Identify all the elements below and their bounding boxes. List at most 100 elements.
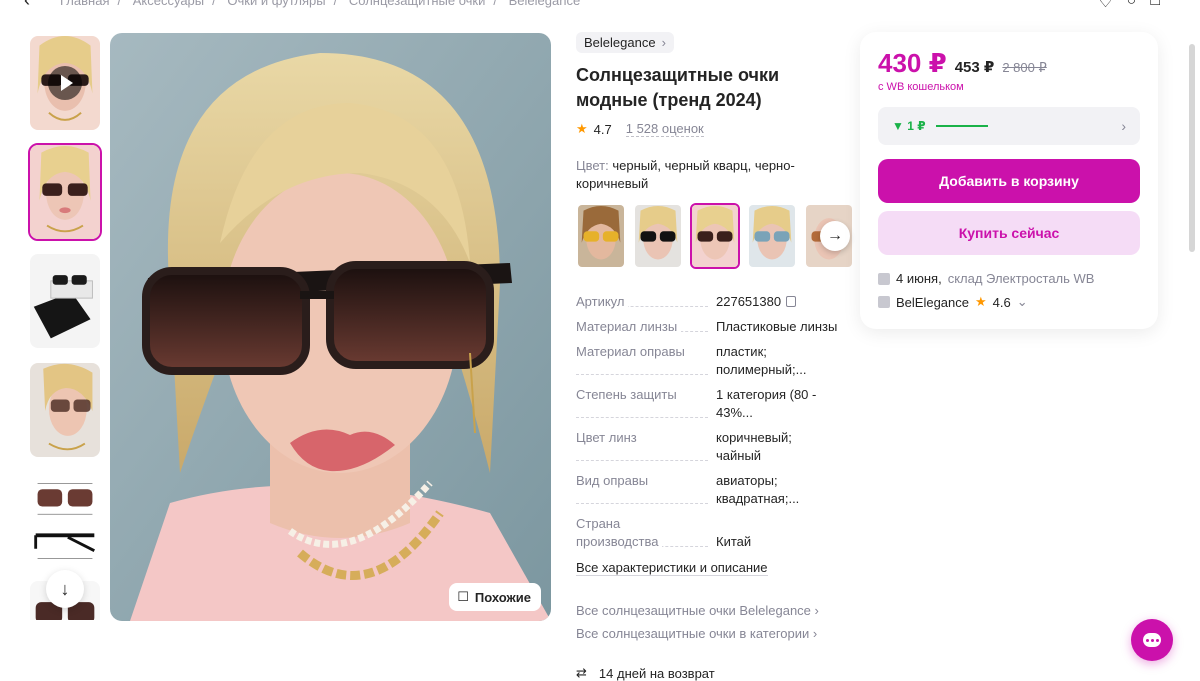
return-arrows-icon: ⇄: [576, 665, 587, 680]
price-current: 430 ₽: [878, 48, 947, 78]
share-icon[interactable]: □: [1150, 0, 1160, 12]
seller-rating: 4.6: [992, 294, 1011, 310]
spec-value: Китай: [716, 534, 752, 549]
spec-key: Степень защиты: [576, 387, 681, 402]
thumbnail-photo[interactable]: [28, 143, 102, 241]
color-swatch[interactable]: [576, 203, 626, 269]
back-arrow-icon[interactable]: ‹: [24, 0, 30, 11]
arrow-down-icon: ↓: [60, 578, 70, 599]
rating-value: 4.7: [593, 121, 612, 137]
spec-row: Материал оправы пластик; полимерный;...: [576, 343, 838, 379]
spec-value: авиаторы; квадратная;...: [716, 473, 800, 506]
chevron-right-icon: ›: [814, 603, 819, 618]
copy-icon[interactable]: [786, 296, 797, 307]
wallet-note[interactable]: с WB кошельком: [878, 81, 1140, 93]
breadcrumb: Главная / Аксессуары / Очки и футляры / Сол…: [60, 0, 580, 8]
price-drop-label: ▼ 1 ₽: [892, 119, 926, 133]
main-product-photo[interactable]: ☐ Похожие: [110, 33, 551, 621]
spec-row: Страна производства Китай: [576, 515, 838, 551]
price-row: 430 ₽ 453 ₽ 2 800 ₽: [878, 48, 1140, 79]
breadcrumb-item[interactable]: Belelegance: [509, 0, 581, 8]
chevron-down-icon: ⌄: [1016, 294, 1028, 309]
color-label: Цвет:: [576, 158, 609, 173]
box-icon: [878, 272, 890, 285]
spec-value: пластик; полимерный;...: [716, 344, 807, 377]
product-title: Солнцезащитные очки модные (тренд 2024): [576, 65, 780, 110]
top-strip: ‹ Главная / Аксессуары / Очки и футляры / С…: [0, 0, 1200, 12]
spec-key: Материал линзы: [576, 319, 682, 334]
color-value: черный, черный кварц, черно-коричневый: [576, 158, 795, 191]
brand-products-link-label: Все солнцезащитные очки Belelegance: [576, 603, 811, 618]
price-old: 2 800 ₽: [1002, 60, 1047, 75]
price-history-banner[interactable]: ▼ 1 ₽ ›: [878, 107, 1140, 145]
breadcrumb-item[interactable]: Аксессуары: [133, 0, 204, 8]
price-card: 430 ₽ 453 ₽ 2 800 ₽ с WB кошельком ▼ 1 ₽…: [860, 32, 1158, 329]
delivery-date: 4 июня,: [896, 271, 942, 286]
buy-now-button[interactable]: Купить сейчас: [878, 211, 1140, 255]
spec-value: 1 категория (80 - 43%...: [716, 387, 817, 420]
shop-icon: [878, 296, 890, 308]
spec-value: коричневый; чайный: [716, 430, 792, 463]
seller-name: BelElegance: [896, 294, 969, 310]
return-policy: ⇄ 14 дней на возврат: [576, 665, 838, 681]
spec-key: Цвет линз: [576, 430, 641, 445]
breadcrumb-item[interactable]: Солнцезащитные очки: [349, 0, 485, 8]
breadcrumb-item[interactable]: Главная: [60, 0, 109, 8]
spec-value: Пластиковые линзы: [716, 319, 838, 334]
color-swatch-selected[interactable]: [690, 203, 740, 269]
add-to-cart-button[interactable]: Добавить в корзину: [878, 159, 1140, 203]
seller-info[interactable]: BelElegance ★ 4.6 ⌄: [878, 294, 1140, 310]
chevron-right-icon: ›: [1121, 118, 1126, 134]
related-links: Все солнцезащитные очки Belelegance › Вс…: [576, 603, 838, 641]
color-line: Цвет: черный, черный кварц, черно-коричн…: [576, 157, 838, 193]
thumbnails-scroll-down-button[interactable]: ↓: [46, 570, 84, 608]
spec-key: Вид оправы: [576, 473, 653, 488]
brand-link[interactable]: Belelegance ›: [576, 32, 674, 53]
swatches-next-button[interactable]: →: [820, 221, 850, 251]
all-specs-link[interactable]: Все характеристики и описание: [576, 560, 768, 576]
similar-products-button[interactable]: ☐ Похожие: [449, 583, 541, 611]
delivery-warehouse: склад Электросталь WB: [947, 271, 1095, 286]
specs-table: Артикул 227651380 Материал линзы Пластик…: [576, 293, 838, 551]
color-swatch[interactable]: [747, 203, 797, 269]
favorite-icon[interactable]: ♡: [1098, 0, 1112, 12]
star-icon: ★: [576, 121, 588, 136]
price-without-wallet: 453 ₽: [954, 59, 995, 76]
thumbnail-profile[interactable]: [28, 361, 102, 459]
product-info: Belelegance › Солнцезащитные очки модные…: [576, 32, 852, 681]
spec-key: Страна производства: [576, 516, 663, 549]
arrow-right-icon: →: [827, 227, 843, 244]
breadcrumb-item[interactable]: Очки и футляры: [227, 0, 325, 8]
play-icon[interactable]: [48, 66, 82, 100]
thumbnail-dimensions[interactable]: [28, 470, 102, 568]
chat-button[interactable]: [1131, 619, 1173, 661]
thumbnail-packaging[interactable]: [28, 252, 102, 350]
top-actions: ♡ ○ □: [1098, 0, 1160, 12]
brand-products-link[interactable]: Все солнцезащитные очки Belelegance ›: [576, 603, 838, 618]
reviews-link[interactable]: 1 528 оценок: [625, 121, 704, 137]
image-search-icon: ☐: [457, 589, 469, 604]
compare-icon[interactable]: ○: [1127, 0, 1137, 12]
thumbnail-video[interactable]: [28, 34, 102, 132]
page-scrollbar[interactable]: [1189, 44, 1195, 252]
similar-label: Похожие: [474, 589, 531, 605]
chevron-right-icon: ›: [661, 35, 666, 50]
color-swatch[interactable]: [633, 203, 683, 269]
spec-row: Материал линзы Пластиковые линзы: [576, 318, 838, 336]
category-products-link[interactable]: Все солнцезащитные очки в категории ›: [576, 626, 838, 641]
return-policy-text: 14 дней на возврат: [598, 665, 715, 681]
color-swatches: →: [576, 203, 856, 269]
brand-name: Belelegance: [584, 35, 656, 50]
spec-row: Вид оправы авиаторы; квадратная;...: [576, 472, 838, 508]
star-icon: ★: [975, 294, 987, 309]
thumbnail-strip: [28, 34, 103, 620]
category-products-link-label: Все солнцезащитные очки в категории: [576, 626, 810, 641]
spec-value: 227651380: [716, 294, 782, 309]
spec-row: Цвет линз коричневый; чайный: [576, 429, 838, 465]
chat-icon: [1143, 633, 1161, 647]
spec-row: Степень защиты 1 категория (80 - 43%...: [576, 386, 838, 422]
delivery-info: 4 июня, склад Электросталь WB: [878, 271, 1140, 286]
price-trend-line: [935, 125, 988, 127]
chevron-right-icon: ›: [812, 626, 818, 641]
spec-row: Артикул 227651380: [576, 293, 838, 311]
